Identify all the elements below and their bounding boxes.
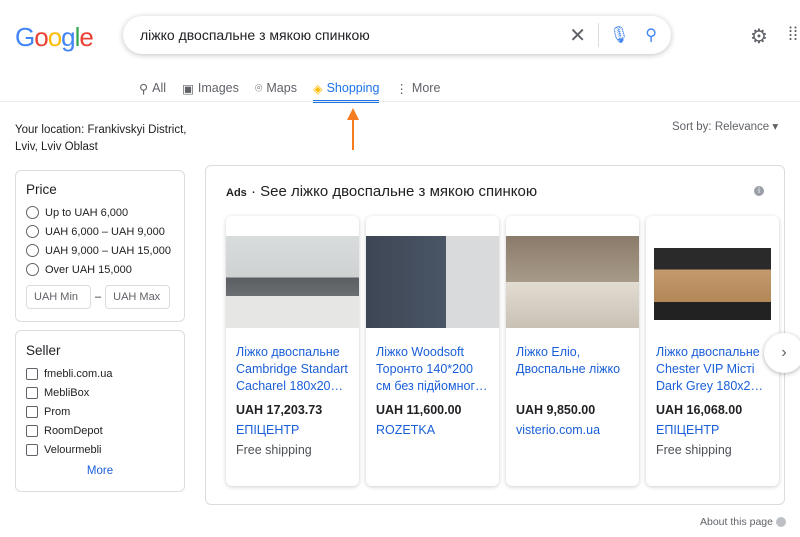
product-price: UAH 16,068.00 [656,403,743,417]
info-icon[interactable]: i [754,186,764,196]
product-image[interactable] [366,236,499,328]
info-icon [775,517,786,528]
google-logo[interactable]: Google [15,22,94,53]
search-input[interactable]: ліжко двоспальне з мякою спинкою [140,27,569,43]
product-store[interactable]: visterio.com.ua [506,423,639,437]
apps-icon[interactable]: ⁞⁞ [788,24,798,45]
tab-label: More [411,81,441,95]
tab-all[interactable]: ⚲ All [139,76,166,100]
product-card[interactable]: Ліжко Еліо, Двоспальне ліжко UAH 9,850.0… [506,216,639,486]
product-store[interactable]: ЕПІЦЕНТР [226,423,359,437]
image-icon: ▣ [182,81,194,96]
option-label: MebliBox [44,386,90,399]
location-line: Lviv, Lviv Oblast [15,141,98,153]
seller-option[interactable]: MebliBox [26,383,174,402]
option-label: Velourmebli [44,443,102,456]
range-dash: – [95,291,102,303]
product-store[interactable]: ROZETKA [366,423,499,437]
tab-label: Maps [266,81,297,95]
radio[interactable] [26,206,39,219]
option-label: Up to UAH 6,000 [45,206,129,219]
price-option[interactable]: UAH 6,000 – UAH 9,000 [26,222,174,241]
sort-label: Sort by: Relevance [672,121,770,133]
seller-title: Seller [26,343,61,358]
radio[interactable] [26,263,39,276]
sort-dropdown[interactable]: Sort by: Relevance ▾ [672,119,778,133]
product-card[interactable]: Ліжко двоспальне Chester VIP Місті Dark … [646,216,779,486]
checkbox[interactable] [26,424,38,437]
search-bar[interactable]: ліжко двоспальне з мякою спинкою ✕ 🎙 ⚲ [123,16,671,54]
more-vert-icon: ⋮ [395,81,408,96]
ads-badge: Ads [226,187,247,199]
search-icon[interactable]: ⚲ [645,25,657,45]
location-text: Your location: Frankivskyi District, Lviv… [15,122,195,156]
tab-maps[interactable]: ⌾ Maps [255,76,297,100]
product-image[interactable] [506,236,639,328]
price-min-input[interactable]: UAH Min [26,285,91,309]
seller-option[interactable]: Velourmebli [26,440,174,459]
annotation-arrow-icon [347,108,359,150]
product-title[interactable]: Ліжко Woodsoft Торонто 140*200 см без пі… [366,344,499,395]
option-label: RoomDepot [44,424,103,437]
about-this-page-link[interactable]: About this page [700,516,786,528]
seller-option[interactable]: fmebli.com.ua [26,364,174,383]
seller-option[interactable]: RoomDepot [26,421,174,440]
product-card[interactable]: Ліжко Woodsoft Торонто 140*200 см без пі… [366,216,499,486]
ads-heading: Ads · See ліжко двоспальне з мякою спинк… [226,183,537,200]
tag-icon: ◈ [312,81,323,96]
product-shipping: Free shipping [656,443,732,457]
seller-filter: Seller fmebli.com.ua MebliBox Prom RoomD… [15,330,185,492]
checkbox[interactable] [26,405,38,418]
product-store[interactable]: ЕПІЦЕНТР [646,423,779,437]
tab-label: All [152,81,167,95]
tab-label: Images [197,81,239,95]
price-option[interactable]: Over UAH 15,000 [26,260,174,279]
product-image[interactable] [646,236,779,328]
divider [0,101,800,102]
map-pin-icon: ⌾ [254,80,263,95]
product-price: UAH 9,850.00 [516,403,596,417]
search-icon: ⚲ [139,81,149,96]
price-title: Price [26,182,57,197]
product-card[interactable]: Ліжко двоспальне Cambridge Standart Cach… [226,216,359,486]
tab-label: Shopping [326,81,380,95]
ads-panel: Ads · See ліжко двоспальне з мякою спинк… [205,165,785,505]
product-title[interactable]: Ліжко Еліо, Двоспальне ліжко [506,344,639,395]
price-option[interactable]: Up to UAH 6,000 [26,203,174,222]
caret-down-icon: ▾ [772,121,779,133]
checkbox[interactable] [26,443,38,456]
seller-more-link[interactable]: More [26,465,174,477]
product-shipping: Free shipping [236,443,312,457]
tab-images[interactable]: ▣ Images [182,76,239,100]
seller-option[interactable]: Prom [26,402,174,421]
option-label: UAH 9,000 – UAH 15,000 [45,244,171,257]
checkbox[interactable] [26,386,38,399]
checkbox[interactable] [26,367,38,380]
price-max-input[interactable]: UAH Max [105,285,171,309]
clear-icon[interactable]: ✕ [569,23,586,48]
product-image[interactable] [226,236,359,328]
gear-icon[interactable]: ⚙ [750,24,768,49]
price-filter: Price Up to UAH 6,000 UAH 6,000 – UAH 9,… [15,170,185,322]
option-label: Prom [44,405,71,418]
product-price: UAH 17,203.73 [236,403,323,417]
tab-shopping[interactable]: ◈ Shopping [312,76,380,103]
price-option[interactable]: UAH 9,000 – UAH 15,000 [26,241,174,260]
product-price: UAH 11,600.00 [376,403,462,417]
radio[interactable] [26,225,39,238]
option-label: fmebli.com.ua [44,367,113,380]
option-label: UAH 6,000 – UAH 9,000 [45,225,165,238]
divider [597,23,599,47]
radio[interactable] [26,244,39,257]
chevron-right-icon[interactable]: › [764,333,800,373]
microphone-icon[interactable]: 🎙 [609,25,629,45]
product-title[interactable]: Ліжко двоспальне Cambridge Standart Cach… [226,344,359,395]
ads-title[interactable]: · See ліжко двоспальне з мякою спинкою [251,183,537,200]
product-title[interactable]: Ліжко двоспальне Chester VIP Місті Dark … [646,344,779,395]
tab-more[interactable]: ⋮ More [395,76,440,100]
about-label: About this page [700,516,773,528]
option-label: Over UAH 15,000 [45,263,132,276]
location-line: Your location: Frankivskyi District, [15,124,187,136]
search-tabs: ⚲ All ▣ Images ⌾ Maps ◈ Shopping ⋮ More [139,76,440,103]
